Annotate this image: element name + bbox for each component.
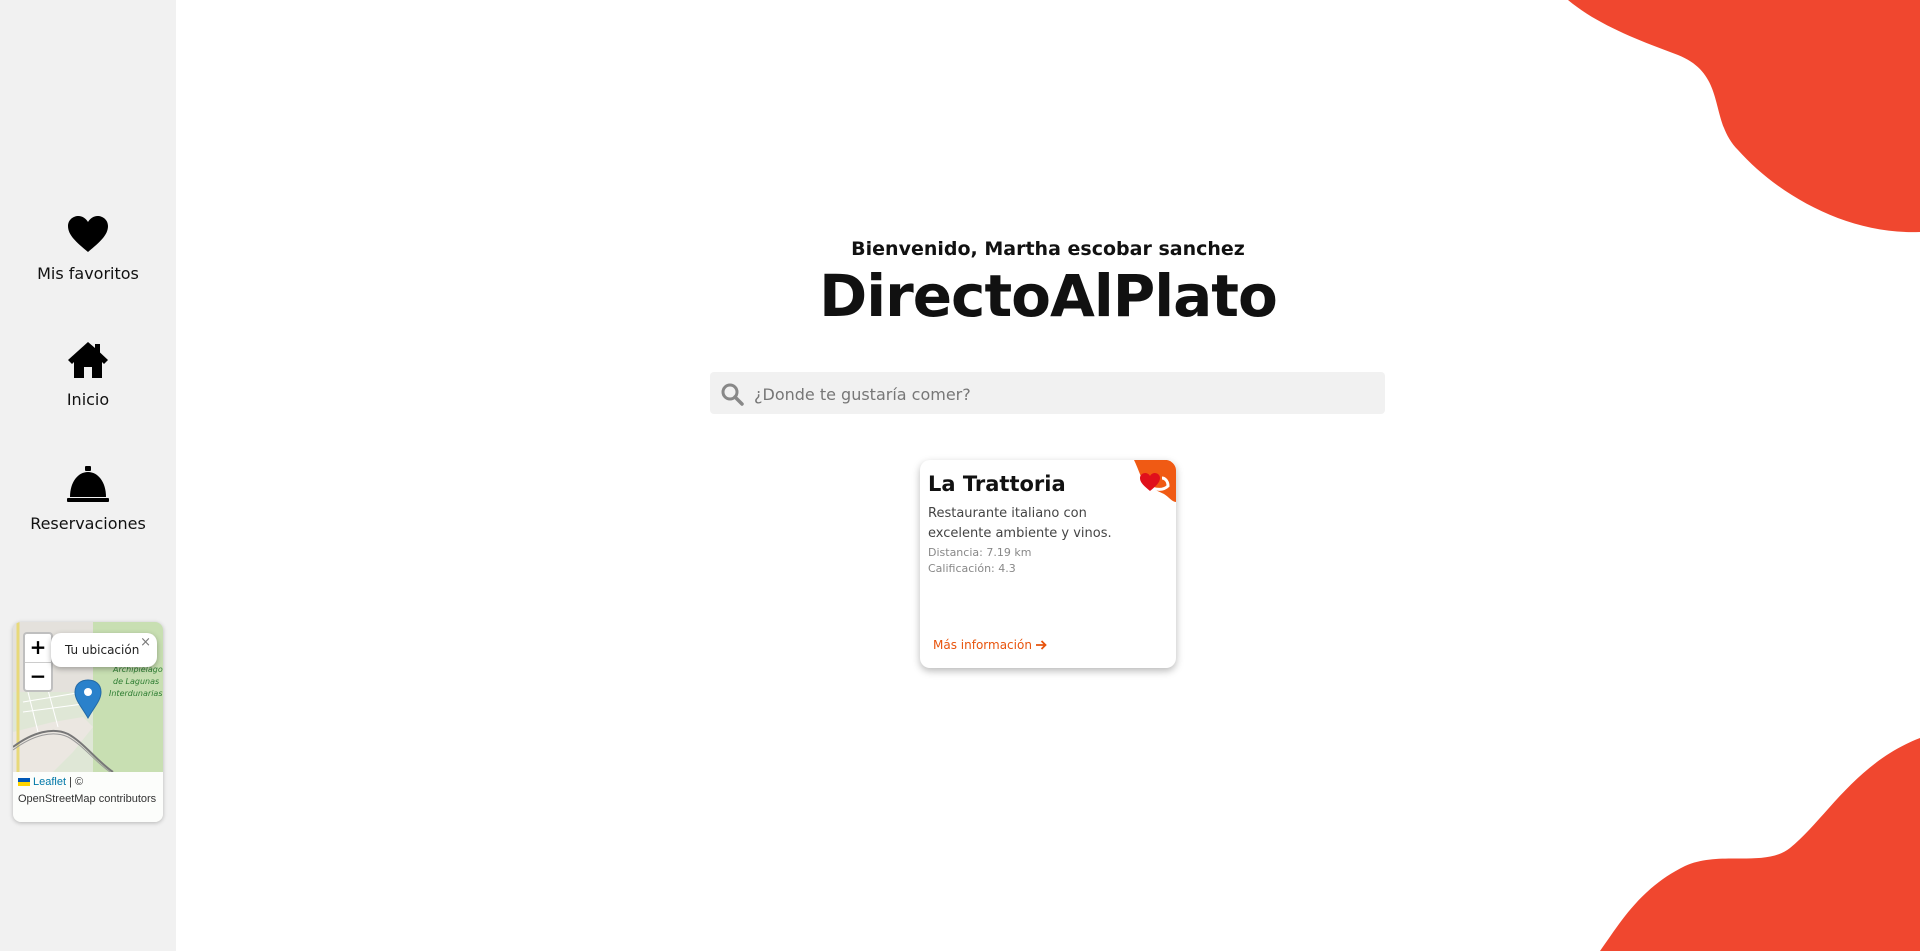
zoom-out-button[interactable]: −	[25, 663, 51, 691]
sidebar-item-label: Reservaciones	[30, 514, 146, 533]
sidebar: Mis favoritos Inicio Reservaciones Prot	[0, 0, 176, 951]
search-input[interactable]	[752, 372, 1376, 416]
location-map[interactable]: Protegida Archipiélago de Lagunas Interd…	[13, 622, 163, 822]
svg-text:de Lagunas: de Lagunas	[113, 677, 159, 686]
restaurant-rating: Calificación: 4.3	[928, 562, 1016, 575]
sidebar-item-label: Inicio	[66, 390, 110, 409]
restaurant-distance: Distancia: 7.19 km	[928, 546, 1032, 559]
bell-icon	[67, 466, 109, 502]
decorative-blob-top-right	[1568, 0, 1920, 233]
home-icon	[68, 342, 108, 378]
popup-text: Tu ubicación	[65, 643, 140, 657]
decorative-blob-bottom-right	[1600, 738, 1920, 951]
welcome-message: Bienvenido, Martha escobar sanchez	[851, 238, 1245, 260]
heart-icon	[68, 216, 108, 252]
arrow-right-icon	[1035, 640, 1047, 650]
restaurant-description: Restaurante italiano con excelente ambie…	[928, 506, 1112, 541]
more-info-label: Más información	[933, 638, 1032, 652]
search-bar	[710, 372, 1385, 416]
popup-close-button[interactable]: ×	[140, 635, 151, 650]
ukraine-flag-icon	[18, 778, 30, 787]
sidebar-item-label: Mis favoritos	[37, 264, 139, 283]
more-info-link[interactable]: Más información	[933, 638, 1047, 652]
svg-text:Interdunarias: Interdunarias	[109, 689, 162, 698]
map-attribution: Leaflet | © OpenStreetMap contributors	[13, 772, 163, 822]
search-icon	[721, 383, 744, 406]
map-zoom-controls: + −	[23, 632, 53, 692]
leaflet-link[interactable]: Leaflet	[33, 776, 66, 788]
sidebar-item-favorites[interactable]: Mis favoritos	[0, 214, 176, 283]
page-title: DirectoAlPlato	[819, 262, 1278, 330]
favorite-heart-icon[interactable]	[1139, 472, 1161, 492]
map-popup: Tu ubicación ×	[51, 633, 157, 667]
zoom-in-button[interactable]: +	[25, 634, 51, 663]
sidebar-item-reservations[interactable]: Reservaciones	[0, 464, 176, 533]
sidebar-item-home[interactable]: Inicio	[0, 340, 176, 409]
restaurant-name: La Trattoria	[928, 472, 1066, 496]
restaurant-card[interactable]: La Trattoria Restaurante italiano con ex…	[920, 460, 1176, 668]
